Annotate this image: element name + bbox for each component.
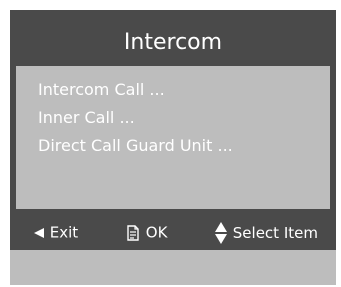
- exit-button[interactable]: Exit: [33, 221, 78, 243]
- menu-item-direct-call-guard-unit[interactable]: Direct Call Guard Unit ...: [38, 136, 233, 156]
- left-triangle-icon: [33, 223, 50, 241]
- ok-button[interactable]: OK: [125, 221, 167, 243]
- up-down-triangle-icon: [214, 222, 233, 244]
- select-item-label: Select Item: [232, 224, 318, 242]
- select-item-button[interactable]: Select Item: [214, 221, 318, 244]
- menu-item-inner-call[interactable]: Inner Call ...: [38, 108, 135, 128]
- page-title: Intercom: [123, 30, 223, 55]
- ok-label: OK: [145, 223, 168, 242]
- menu-item-intercom-call[interactable]: Intercom Call ...: [38, 80, 165, 100]
- exit-label: Exit: [49, 223, 79, 242]
- document-icon: [125, 223, 146, 241]
